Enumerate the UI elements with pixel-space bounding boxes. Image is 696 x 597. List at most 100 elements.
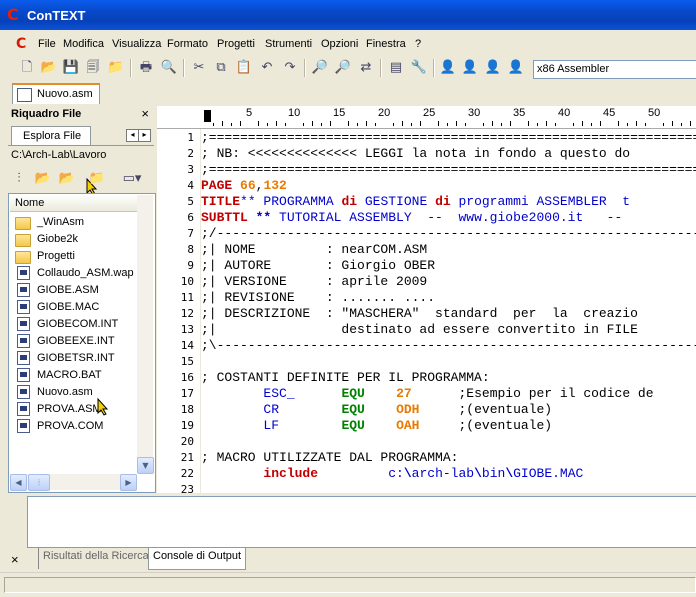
document-menu-icon[interactable]: C — [16, 37, 30, 51]
open-folder-icon[interactable]: 📁 — [107, 59, 125, 77]
code-line[interactable]: ESC_ EQU 27 ;Esempio per il codice de — [201, 386, 653, 402]
user-command-2-icon[interactable]: 👤 — [461, 59, 479, 77]
horizontal-scrollbar[interactable]: ◀ ⦙ ▶ — [10, 474, 137, 491]
paste-icon[interactable]: 📋 — [235, 59, 253, 77]
code-line[interactable]: ;| VERSIONE : aprile 2009 — [201, 274, 427, 290]
code-line[interactable]: CR EQU ODH ;(eventuale) — [201, 402, 552, 418]
vertical-scrollbar[interactable]: ▼ — [137, 195, 154, 474]
redo-icon[interactable]: ↷ — [281, 59, 299, 77]
code-line[interactable]: ; NB: <<<<<<<<<<<<<< LEGGI la nota in fo… — [201, 146, 630, 162]
save-all-icon[interactable]: 🗐 — [84, 59, 102, 77]
find-next-icon[interactable]: 🔎 — [334, 59, 352, 77]
new-folder-icon[interactable]: 📁 — [88, 170, 106, 188]
code-editor[interactable]: ;=======================================… — [201, 129, 696, 493]
code-line[interactable]: SUBTTL ** TUTORIAL ASSEMBLY -- www.giobe… — [201, 210, 622, 226]
menu-finestra[interactable]: Finestra — [366, 38, 406, 50]
code-token: CR — [263, 402, 280, 417]
tab-risultati-ricerca[interactable]: Risultati della Ricerca — [38, 548, 153, 569]
menu-progetti[interactable]: Progetti — [217, 38, 255, 50]
file-icon — [17, 300, 30, 314]
column-header-nome[interactable]: Nome — [10, 195, 137, 212]
tree-view-icon[interactable]: ⫶ — [10, 170, 28, 188]
menu-modifica[interactable]: Modifica — [63, 38, 104, 50]
ruler-tick — [393, 123, 394, 126]
code-line[interactable]: ;\--------------------------------------… — [201, 338, 696, 354]
status-cell — [4, 577, 696, 593]
close-icon[interactable]: × — [141, 106, 149, 121]
code-line[interactable]: ; MACRO UTILIZZATE DAL PROGRAMMA: — [201, 450, 458, 466]
cut-icon[interactable]: ✂ — [190, 59, 208, 77]
code-line[interactable]: ;/--------------------------------------… — [201, 226, 696, 242]
replace-icon[interactable]: ⇄ — [357, 59, 375, 77]
code-line[interactable]: ;| REVISIONE : ....... .... — [201, 290, 435, 306]
code-token: OAH — [396, 418, 420, 433]
file-icon — [17, 385, 30, 399]
code-token: ;\--------------------------------------… — [201, 338, 696, 353]
code-token: EQU — [341, 386, 365, 401]
menu-formato[interactable]: Formato — [167, 38, 208, 50]
code-line[interactable]: ; COSTANTI DEFINITE PER IL PROGRAMMA: — [201, 370, 490, 386]
new-file-icon[interactable]: 🗋 — [18, 59, 36, 77]
tab-scroll-right-icon[interactable]: ▸ — [138, 129, 151, 142]
list-item-label: GIOBE.MAC — [37, 301, 100, 313]
open-file-icon[interactable]: 📂 — [40, 59, 58, 77]
menu-bar: C File Modifica Visualizza Formato Proge… — [0, 34, 696, 54]
folder-up-icon[interactable]: 📂 — [58, 170, 76, 188]
scroll-down-icon[interactable]: ▼ — [137, 457, 154, 474]
ruler-tick — [591, 123, 592, 126]
print-icon[interactable]: 🖶 — [137, 59, 155, 77]
user-command-1-icon[interactable]: 👤 — [439, 59, 457, 77]
scroll-left-icon[interactable]: ◀ — [10, 474, 27, 491]
user-command-3-icon[interactable]: 👤 — [484, 59, 502, 77]
tab-nuovo-asm[interactable]: Nuovo.asm — [12, 83, 100, 104]
filter-dropdown-icon[interactable]: ▭▾ — [118, 170, 146, 188]
user-command-4-icon[interactable]: 👤 — [507, 59, 525, 77]
language-select[interactable]: x86 Assembler — [533, 60, 696, 79]
toolbar: 🗋 📂 💾 🗐 📁 🖶 🔍 ✂ ⧉ 📋 ↶ ↷ 🔎 🔎 ⇄ ▤ 🔧 👤 👤 👤 … — [0, 55, 696, 81]
menu-strumenti[interactable]: Strumenti — [265, 38, 312, 50]
copy-icon[interactable]: ⧉ — [212, 59, 230, 77]
output-console[interactable] — [27, 496, 696, 548]
code-line[interactable]: TITLE** PROGRAMMA di GESTIONE di program… — [201, 194, 630, 210]
tools-icon[interactable]: 🔧 — [410, 59, 428, 77]
code-line[interactable]: LF EQU OAH ;(eventuale) — [201, 418, 552, 434]
code-line[interactable]: ;| DESCRIZIONE : "MASCHERA" standard per… — [201, 306, 638, 322]
code-token: ;(eventuale) — [419, 402, 553, 417]
ruler-number: 30 — [468, 107, 481, 119]
open-folder-icon[interactable]: 📂 — [34, 170, 52, 188]
code-token: di — [341, 194, 358, 209]
print-preview-icon[interactable]: 🔍 — [160, 59, 178, 77]
ruler-tick — [267, 123, 268, 126]
list-item-label: Collaudo_ASM.wap — [37, 267, 134, 279]
ruler-tick — [420, 121, 421, 126]
menu-visualizza[interactable]: Visualizza — [112, 38, 161, 50]
code-line[interactable]: ;| NOME : nearCOM.ASM — [201, 242, 427, 258]
code-token: ;=======================================… — [201, 162, 696, 177]
code-line[interactable]: PAGE 66,132 — [201, 178, 287, 194]
scroll-right-icon[interactable]: ▶ — [120, 474, 137, 491]
find-icon[interactable]: 🔎 — [311, 59, 329, 77]
code-line[interactable]: ;| AUTORE : Giorgio OBER — [201, 258, 435, 274]
status-bar — [0, 572, 696, 597]
code-line[interactable]: include c:\arch-lab\bin\GIOBE.MAC — [201, 466, 583, 482]
scroll-thumb[interactable]: ⦙ — [28, 474, 50, 491]
menu-help[interactable]: ? — [415, 38, 421, 50]
tab-esplora-file[interactable]: Esplora File — [11, 126, 91, 145]
code-line[interactable]: ;=======================================… — [201, 162, 696, 178]
save-icon[interactable]: 💾 — [62, 59, 80, 77]
ruler-tick — [501, 123, 502, 126]
code-line[interactable]: ;=======================================… — [201, 130, 696, 146]
close-icon[interactable]: × — [11, 552, 19, 567]
word-wrap-icon[interactable]: ▤ — [387, 59, 405, 77]
tab-console-output[interactable]: Console di Output — [148, 548, 247, 570]
fold-bar — [198, 129, 200, 493]
menu-file[interactable]: File — [38, 38, 56, 50]
line-number: 16 — [180, 371, 194, 384]
toolbar-separator — [433, 59, 435, 77]
code-token: \ — [505, 466, 514, 481]
undo-icon[interactable]: ↶ — [258, 59, 276, 77]
column-header-label: Nome — [15, 197, 45, 209]
menu-opzioni[interactable]: Opzioni — [321, 38, 358, 50]
code-line[interactable]: ;| destinato ad essere convertito in FIL… — [201, 322, 638, 338]
asm-file-icon — [17, 88, 32, 102]
